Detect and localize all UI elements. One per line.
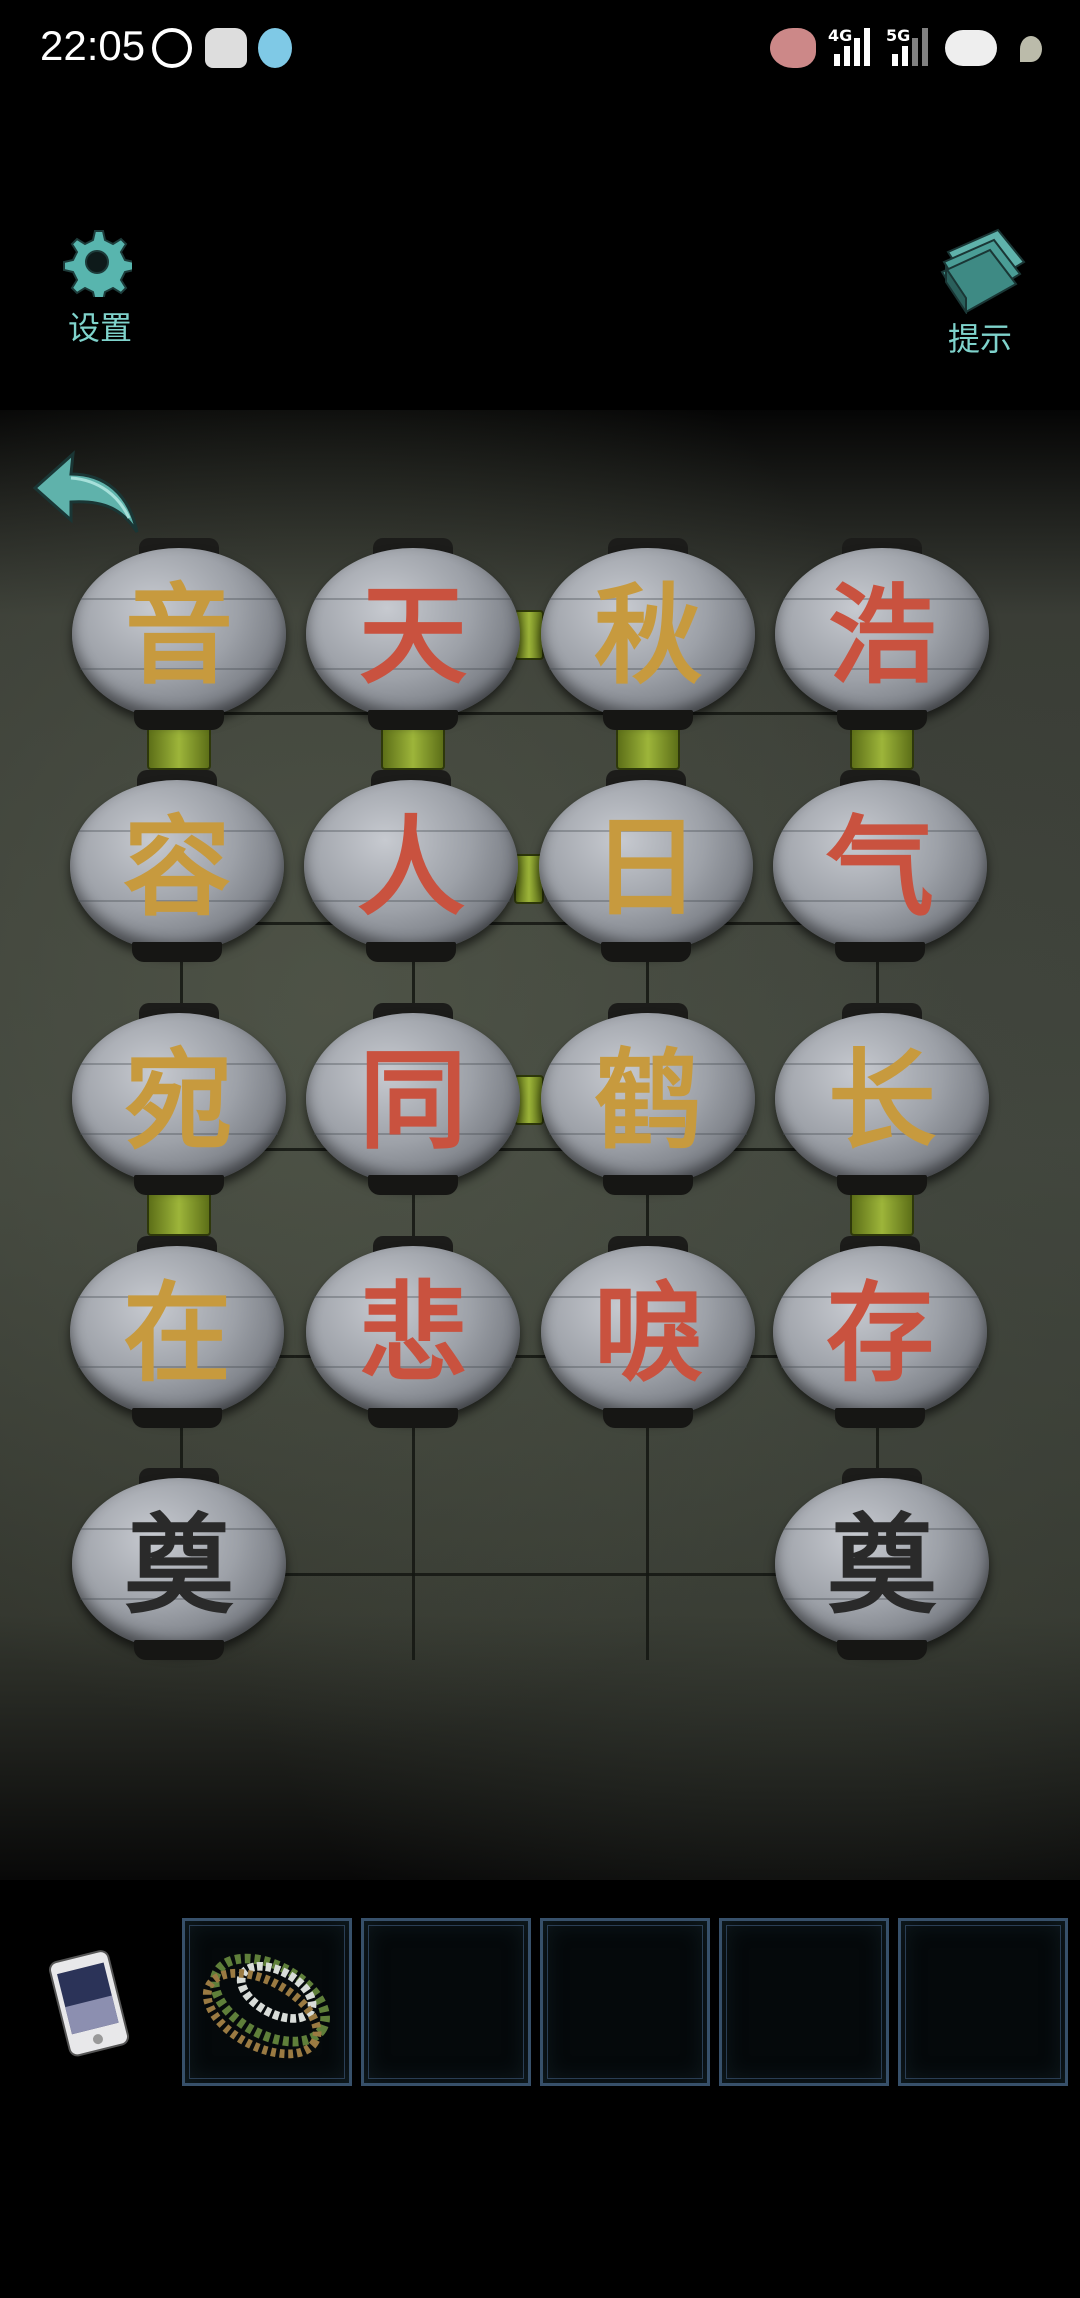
back-button[interactable] bbox=[25, 448, 143, 540]
lantern[interactable]: 日 bbox=[539, 770, 753, 968]
lantern[interactable]: 宛 bbox=[72, 1003, 286, 1201]
lantern[interactable]: 长 bbox=[775, 1003, 989, 1201]
status-time: 22:05 bbox=[40, 22, 146, 69]
cat-icon bbox=[205, 28, 247, 68]
status-bar: 22:05 4G 5G bbox=[0, 0, 1080, 96]
speed-icon bbox=[152, 28, 192, 68]
settings-button[interactable]: 设置 bbox=[50, 225, 150, 347]
lantern[interactable]: 悲 bbox=[306, 1236, 520, 1434]
lantern[interactable]: 气 bbox=[773, 770, 987, 968]
lantern-char: 奠 bbox=[827, 1503, 936, 1629]
hint-button[interactable]: 提示 bbox=[930, 222, 1030, 358]
inventory-slot[interactable] bbox=[361, 1918, 531, 2086]
lantern-char: 悲 bbox=[358, 1271, 467, 1397]
hint-label: 提示 bbox=[947, 320, 1012, 358]
lantern-char: 宛 bbox=[124, 1038, 233, 1164]
lantern[interactable]: 在 bbox=[70, 1236, 284, 1434]
lantern-char: 气 bbox=[825, 805, 934, 931]
lantern-char: 存 bbox=[825, 1271, 934, 1397]
lantern-char: 容 bbox=[122, 805, 231, 931]
settings-label: 设置 bbox=[67, 309, 132, 347]
inventory-slot[interactable] bbox=[719, 1918, 889, 2086]
lantern[interactable]: 天 bbox=[306, 538, 520, 736]
lantern[interactable]: 浩 bbox=[775, 538, 989, 736]
phone-icon bbox=[49, 1950, 130, 2057]
prayer-beads-icon[interactable] bbox=[185, 1921, 349, 2083]
signal-5g-label: 5G bbox=[886, 26, 911, 45]
lantern-char: 人 bbox=[356, 805, 465, 931]
lantern-char: 鹤 bbox=[593, 1038, 702, 1164]
lantern[interactable]: 鹤 bbox=[541, 1003, 755, 1201]
signal-4g-label: 4G bbox=[828, 26, 853, 45]
back-arrow-icon bbox=[32, 450, 139, 533]
lantern-char: 在 bbox=[122, 1271, 231, 1397]
lantern-char: 秋 bbox=[593, 573, 702, 699]
lantern[interactable]: 唳 bbox=[541, 1236, 755, 1434]
lantern[interactable]: 存 bbox=[773, 1236, 987, 1434]
lantern-char: 奠 bbox=[124, 1503, 233, 1629]
lantern-char: 音 bbox=[124, 573, 233, 699]
lantern-char: 浩 bbox=[827, 573, 936, 699]
book-icon bbox=[940, 228, 1026, 314]
lantern-char: 天 bbox=[358, 573, 467, 699]
signal-4g-icon: 4G bbox=[828, 26, 878, 66]
inventory-slot[interactable] bbox=[182, 1918, 352, 2086]
cat-icon bbox=[258, 28, 292, 68]
inventory-slot[interactable] bbox=[898, 1918, 1068, 2086]
lantern-char: 唳 bbox=[593, 1271, 702, 1397]
lantern[interactable]: 奠 bbox=[72, 1468, 286, 1666]
lantern[interactable]: 音 bbox=[72, 538, 286, 736]
bird-icon bbox=[770, 28, 816, 68]
leaf-icon bbox=[1020, 36, 1042, 62]
lantern[interactable]: 同 bbox=[306, 1003, 520, 1201]
inventory-slot[interactable] bbox=[540, 1918, 710, 2086]
battery-icon bbox=[945, 30, 997, 66]
lantern[interactable]: 奠 bbox=[775, 1468, 989, 1666]
lantern-char: 同 bbox=[358, 1038, 467, 1164]
lantern-char: 长 bbox=[827, 1038, 936, 1164]
phone-button[interactable] bbox=[49, 1950, 133, 2058]
signal-5g-icon: 5G bbox=[886, 26, 936, 66]
lantern[interactable]: 容 bbox=[70, 770, 284, 968]
lantern-char: 日 bbox=[591, 805, 700, 931]
lantern[interactable]: 秋 bbox=[541, 538, 755, 736]
lantern[interactable]: 人 bbox=[304, 770, 518, 968]
gear-icon bbox=[63, 230, 132, 297]
